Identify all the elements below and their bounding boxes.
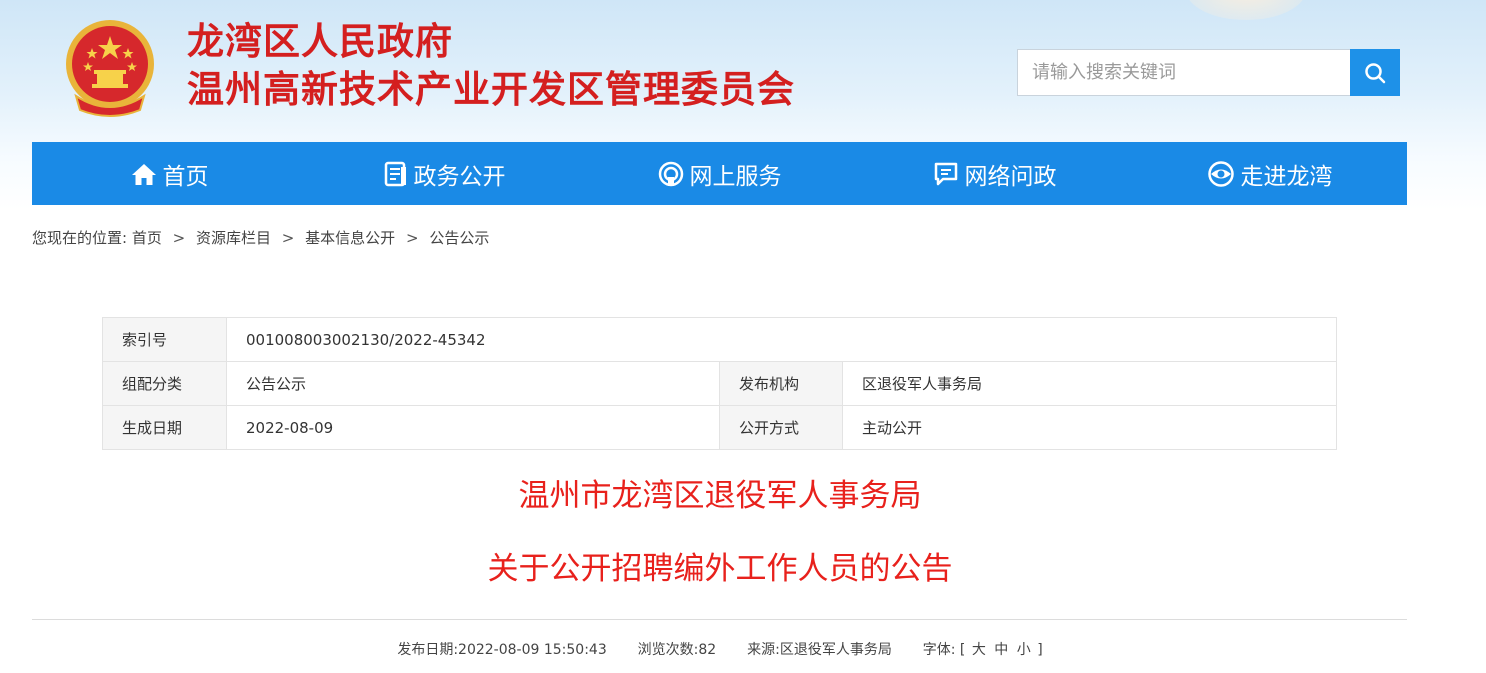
divider (32, 619, 1407, 620)
service-icon (658, 161, 683, 186)
breadcrumb-separator: > (172, 229, 186, 247)
nav-item-home[interactable]: 首页 (32, 142, 307, 205)
article-info-bar: 发布日期:2022-08-09 15:50:43 浏览次数:82 来源:区退役军… (0, 639, 1440, 659)
article-title-line2: 关于公开招聘编外工作人员的公告 (487, 551, 953, 587)
national-emblem-icon (62, 18, 158, 118)
publish-date-value: 2022-08-09 15:50:43 (458, 642, 607, 658)
method-label: 公开方式 (719, 405, 843, 450)
method-value: 主动公开 (842, 405, 1337, 450)
breadcrumb-item-home[interactable]: 首页 (132, 229, 162, 247)
search-button[interactable] (1350, 49, 1400, 96)
source-label: 来源: (747, 642, 780, 658)
site-title: 龙湾区人民政府 温州高新技术产业开发区管理委员会 (187, 18, 795, 114)
category-label: 组配分类 (102, 361, 227, 406)
breadcrumb-item-resource-library[interactable]: 资源库栏目 (196, 229, 271, 247)
breadcrumb: 您现在的位置: 首页 > 资源库栏目 > 基本信息公开 > 公告公示 (32, 227, 489, 248)
chat-icon (934, 162, 957, 185)
font-small-button[interactable]: 小 (1017, 642, 1031, 658)
category-value: 公告公示 (226, 361, 720, 406)
nav-label-online-inquiry: 网络问政 (964, 163, 1057, 190)
nav-label-online-service: 网上服务 (689, 163, 782, 190)
document-icon (384, 161, 406, 186)
site-title-line1: 龙湾区人民政府 (187, 20, 453, 63)
article-title-line1: 温州市龙湾区退役军人事务局 (518, 478, 922, 514)
home-icon (131, 163, 156, 185)
date-value: 2022-08-09 (226, 405, 720, 450)
nav-item-online-inquiry[interactable]: 网络问政 (857, 142, 1132, 205)
nav-item-online-service[interactable]: 网上服务 (582, 142, 857, 205)
breadcrumb-item-basic-info[interactable]: 基本信息公开 (305, 229, 395, 247)
site-title-line2: 温州高新技术产业开发区管理委员会 (187, 68, 795, 111)
main-nav: 首页 政务公开 网上服务 网络问政 走进龙湾 (32, 142, 1407, 205)
table-row: 组配分类 公告公示 发布机构 区退役军人事务局 (102, 361, 1337, 406)
font-bracket-close: ] (1037, 642, 1043, 658)
eye-icon (1207, 160, 1234, 187)
breadcrumb-item-announcements[interactable]: 公告公示 (429, 229, 489, 247)
nav-label-home: 首页 (162, 163, 209, 190)
font-medium-button[interactable]: 中 (994, 642, 1008, 658)
index-value: 001008003002130/2022-45342 (226, 317, 1337, 362)
publisher-label: 发布机构 (719, 361, 843, 406)
publish-date-label: 发布日期: (397, 642, 459, 658)
publisher-value: 区退役军人事务局 (842, 361, 1337, 406)
font-size-label: 字体: (922, 642, 956, 658)
search-icon (1365, 62, 1386, 83)
search-box (1017, 49, 1400, 96)
search-input[interactable] (1017, 49, 1350, 96)
metadata-table: 索引号 001008003002130/2022-45342 组配分类 公告公示… (102, 317, 1337, 450)
nav-label-about-longwan: 走进龙湾 (1240, 163, 1333, 190)
breadcrumb-prefix: 您现在的位置: (32, 229, 128, 247)
breadcrumb-separator: > (405, 229, 419, 247)
nav-label-government-affairs: 政务公开 (413, 163, 506, 190)
font-bracket-open: [ (959, 642, 966, 658)
source-value: 区退役军人事务局 (779, 642, 892, 658)
date-label: 生成日期 (102, 405, 227, 450)
breadcrumb-separator: > (281, 229, 295, 247)
table-row: 生成日期 2022-08-09 公开方式 主动公开 (102, 405, 1337, 450)
font-large-button[interactable]: 大 (972, 642, 986, 658)
views-label: 浏览次数: (637, 642, 699, 658)
table-row: 索引号 001008003002130/2022-45342 (102, 317, 1337, 362)
index-label: 索引号 (102, 317, 227, 362)
nav-item-about-longwan[interactable]: 走进龙湾 (1132, 142, 1407, 205)
views-count: 82 (698, 642, 717, 658)
nav-item-government-affairs[interactable]: 政务公开 (307, 142, 582, 205)
